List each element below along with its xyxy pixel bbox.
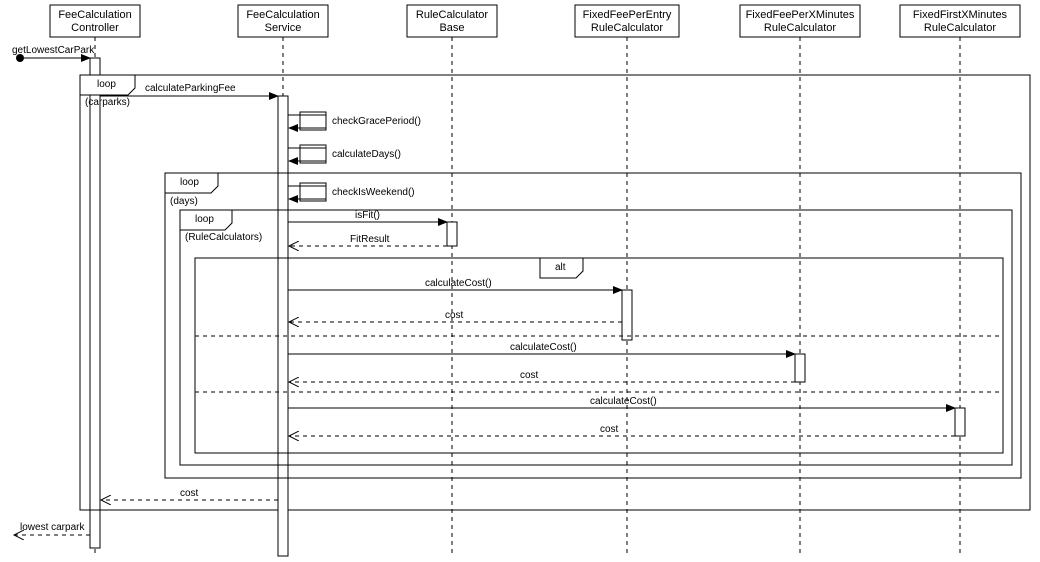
activation-firstmin [955, 408, 965, 436]
message-label: calculateCost() [510, 342, 577, 353]
frame-loop-carparks [80, 75, 1030, 510]
lifeline-firstminutes: FixedFirstXMinutes RuleCalculator [900, 5, 1020, 555]
message-label: calculateDays() [332, 149, 401, 160]
message-label: cost [600, 424, 619, 435]
message-label: calculateCost() [590, 396, 657, 407]
frame-guard: (carparks) [85, 97, 130, 108]
frame-label: loop [97, 79, 116, 90]
message-label: FitResult [350, 234, 390, 245]
frame-label: loop [195, 214, 214, 225]
activation-base [447, 222, 457, 246]
frame-label: alt [555, 262, 566, 273]
lifeline-fixedentry: FixedFeePerEntry RuleCalculator [575, 5, 679, 555]
frame-guard: (RuleCalculators) [185, 232, 262, 243]
frame-alt [195, 258, 1003, 453]
lifeline-label: Base [439, 22, 464, 34]
frame-guard: (days) [170, 196, 198, 207]
lifeline-label: RuleCalculator [764, 22, 836, 34]
sequence-diagram: FeeCalculation Controller FeeCalculation… [0, 0, 1040, 562]
lifeline-label: RuleCalculator [924, 22, 996, 34]
lifeline-label: Controller [71, 22, 119, 34]
lifeline-label: RuleCalculator [416, 9, 488, 21]
lifeline-label: FeeCalculation [246, 9, 319, 21]
lifeline-label: FixedFeePerEntry [583, 9, 672, 21]
message-label: cost [180, 488, 199, 499]
frame-loop-rulecalculators [180, 210, 1012, 465]
lifeline-label: RuleCalculator [591, 22, 663, 34]
message-checkIsWeekend: checkIsWeekend() [288, 183, 415, 201]
activation-minutes [795, 354, 805, 382]
message-label: calculateParkingFee [145, 83, 236, 94]
message-label: checkGracePeriod() [332, 116, 421, 127]
lifeline-label: FixedFirstXMinutes [913, 9, 1008, 21]
activation-controller [90, 58, 100, 548]
message-label: getLowestCarPark [12, 45, 95, 56]
message-calculateDays: calculateDays() [288, 145, 401, 163]
lifeline-label: FixedFeePerXMinutes [746, 9, 855, 21]
frame-label: loop [180, 177, 199, 188]
activation-service [278, 96, 288, 556]
activation-entry [622, 290, 632, 340]
lifeline-label: FeeCalculation [58, 9, 131, 21]
message-label: cost [445, 310, 464, 321]
message-label: lowest carpark [20, 522, 85, 533]
message-label: checkIsWeekend() [332, 187, 415, 198]
lifeline-fixedminutes: FixedFeePerXMinutes RuleCalculator [740, 5, 860, 555]
message-label: isFit() [355, 210, 380, 221]
frame-loop-days [165, 173, 1021, 478]
message-label: cost [520, 370, 539, 381]
message-checkGracePeriod: checkGracePeriod() [288, 112, 421, 130]
message-label: calculateCost() [425, 278, 492, 289]
lifeline-label: Service [265, 22, 302, 34]
